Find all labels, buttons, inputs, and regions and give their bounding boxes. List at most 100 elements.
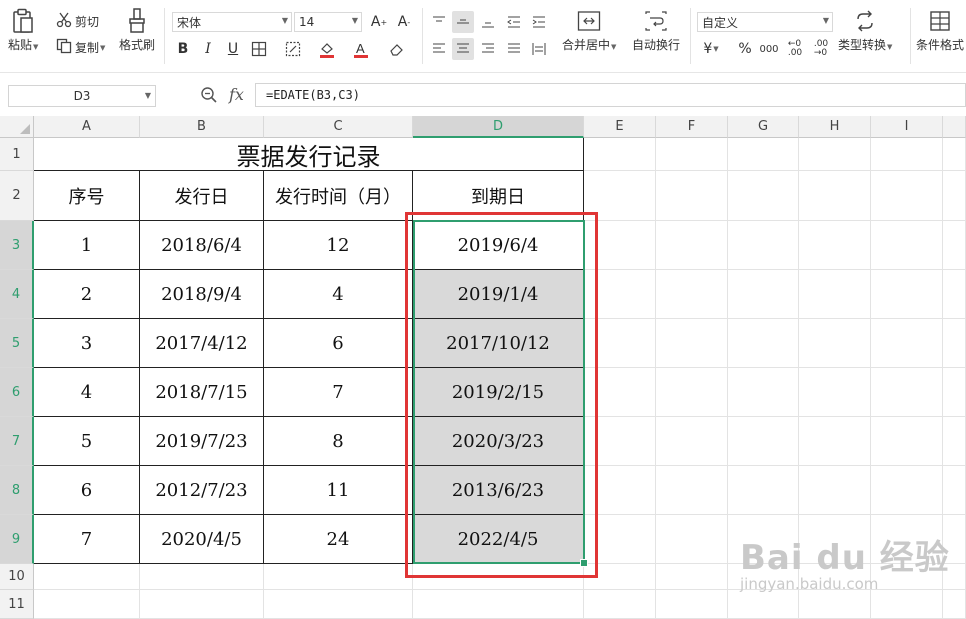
- grid-cell[interactable]: [656, 138, 728, 171]
- grid-cell[interactable]: [728, 466, 799, 515]
- fill-handle[interactable]: [580, 559, 588, 567]
- grid-cell[interactable]: [584, 138, 656, 171]
- table-cell[interactable]: 7: [264, 368, 413, 417]
- column-header[interactable]: E: [584, 116, 656, 138]
- table-cell[interactable]: 3: [34, 319, 140, 368]
- grid-cell[interactable]: [656, 564, 728, 590]
- grid-cell[interactable]: [799, 171, 871, 221]
- grid-cell[interactable]: [728, 221, 799, 270]
- grid-cell[interactable]: [656, 270, 728, 319]
- grid-cell[interactable]: [799, 590, 871, 619]
- table-cell[interactable]: 2: [34, 270, 140, 319]
- row-header[interactable]: 6: [0, 368, 34, 417]
- grid-cell[interactable]: [584, 368, 656, 417]
- grid-cell[interactable]: [871, 138, 943, 171]
- table-cell[interactable]: 6: [34, 466, 140, 515]
- grid-cell[interactable]: [264, 590, 413, 619]
- grid-cell[interactable]: [943, 590, 966, 619]
- grid-cell[interactable]: [728, 590, 799, 619]
- grid-cell[interactable]: [584, 417, 656, 466]
- grid-cell[interactable]: [656, 368, 728, 417]
- table-cell[interactable]: 2020/4/5: [140, 515, 264, 564]
- grid-cell[interactable]: [584, 221, 656, 270]
- column-header[interactable]: B: [140, 116, 264, 138]
- row-header[interactable]: 10: [0, 564, 34, 590]
- grid-cell[interactable]: [799, 417, 871, 466]
- table-cell[interactable]: 2017/10/12: [413, 319, 584, 368]
- grid-cell[interactable]: [943, 466, 966, 515]
- table-cell[interactable]: 11: [264, 466, 413, 515]
- grid-cell[interactable]: [656, 466, 728, 515]
- column-header[interactable]: F: [656, 116, 728, 138]
- row-header[interactable]: 3: [0, 221, 34, 270]
- grid-cell[interactable]: [584, 466, 656, 515]
- table-cell[interactable]: 2022/4/5: [413, 515, 584, 564]
- column-header[interactable]: G: [728, 116, 799, 138]
- grid-cell[interactable]: [943, 417, 966, 466]
- grid-cell[interactable]: [871, 270, 943, 319]
- table-cell[interactable]: 4: [264, 270, 413, 319]
- table-cell[interactable]: 2020/3/23: [413, 417, 584, 466]
- row-header[interactable]: 8: [0, 466, 34, 515]
- grid-cell[interactable]: [584, 319, 656, 368]
- table-cell[interactable]: 2019/7/23: [140, 417, 264, 466]
- row-header[interactable]: 2: [0, 171, 34, 221]
- grid-cell[interactable]: [799, 466, 871, 515]
- grid-cell[interactable]: [34, 590, 140, 619]
- grid-cell[interactable]: [728, 368, 799, 417]
- table-cell[interactable]: 5: [34, 417, 140, 466]
- grid-cell[interactable]: [871, 368, 943, 417]
- row-header[interactable]: 9: [0, 515, 34, 564]
- table-cell[interactable]: 8: [264, 417, 413, 466]
- grid-cell[interactable]: [656, 221, 728, 270]
- column-header[interactable]: H: [799, 116, 871, 138]
- table-cell[interactable]: 2018/7/15: [140, 368, 264, 417]
- row-header[interactable]: 5: [0, 319, 34, 368]
- grid-cell[interactable]: [656, 319, 728, 368]
- table-cell[interactable]: 2018/9/4: [140, 270, 264, 319]
- table-cell[interactable]: 2019/6/4: [413, 221, 584, 270]
- grid-cell[interactable]: [728, 138, 799, 171]
- grid-cell[interactable]: [140, 590, 264, 619]
- grid-cell[interactable]: [264, 564, 413, 590]
- column-header[interactable]: C: [264, 116, 413, 138]
- row-header[interactable]: 4: [0, 270, 34, 319]
- table-cell[interactable]: 2012/7/23: [140, 466, 264, 515]
- grid-cell[interactable]: [728, 319, 799, 368]
- table-cell[interactable]: 1: [34, 221, 140, 270]
- row-header[interactable]: 11: [0, 590, 34, 619]
- grid-cell[interactable]: [799, 368, 871, 417]
- row-header[interactable]: 1: [0, 138, 34, 171]
- table-cell[interactable]: 6: [264, 319, 413, 368]
- sheet-title[interactable]: 票据发行记录: [34, 138, 584, 171]
- grid-cell[interactable]: [413, 564, 584, 590]
- grid-cell[interactable]: [656, 417, 728, 466]
- table-header-cell[interactable]: 序号: [34, 171, 140, 221]
- grid-cell[interactable]: [943, 270, 966, 319]
- grid-cell[interactable]: [584, 564, 656, 590]
- grid-cell[interactable]: [871, 319, 943, 368]
- table-header-cell[interactable]: 到期日: [413, 171, 584, 221]
- table-cell[interactable]: 7: [34, 515, 140, 564]
- grid-cell[interactable]: [799, 138, 871, 171]
- table-cell[interactable]: 2013/6/23: [413, 466, 584, 515]
- grid-cell[interactable]: [728, 417, 799, 466]
- grid-cell[interactable]: [871, 221, 943, 270]
- grid-cell[interactable]: [584, 270, 656, 319]
- table-header-cell[interactable]: 发行时间（月）: [264, 171, 413, 221]
- grid-cell[interactable]: [728, 270, 799, 319]
- grid-cell[interactable]: [656, 171, 728, 221]
- table-cell[interactable]: 2018/6/4: [140, 221, 264, 270]
- grid-cell[interactable]: [656, 515, 728, 564]
- column-header[interactable]: D: [413, 116, 584, 138]
- column-header[interactable]: I: [871, 116, 943, 138]
- column-header[interactable]: [943, 116, 966, 138]
- table-cell[interactable]: 24: [264, 515, 413, 564]
- grid-cell[interactable]: [656, 590, 728, 619]
- grid-cell[interactable]: [799, 221, 871, 270]
- grid-cell[interactable]: [943, 171, 966, 221]
- grid-cell[interactable]: [871, 417, 943, 466]
- grid-cell[interactable]: [584, 590, 656, 619]
- grid-cell[interactable]: [34, 564, 140, 590]
- grid-cell[interactable]: [943, 138, 966, 171]
